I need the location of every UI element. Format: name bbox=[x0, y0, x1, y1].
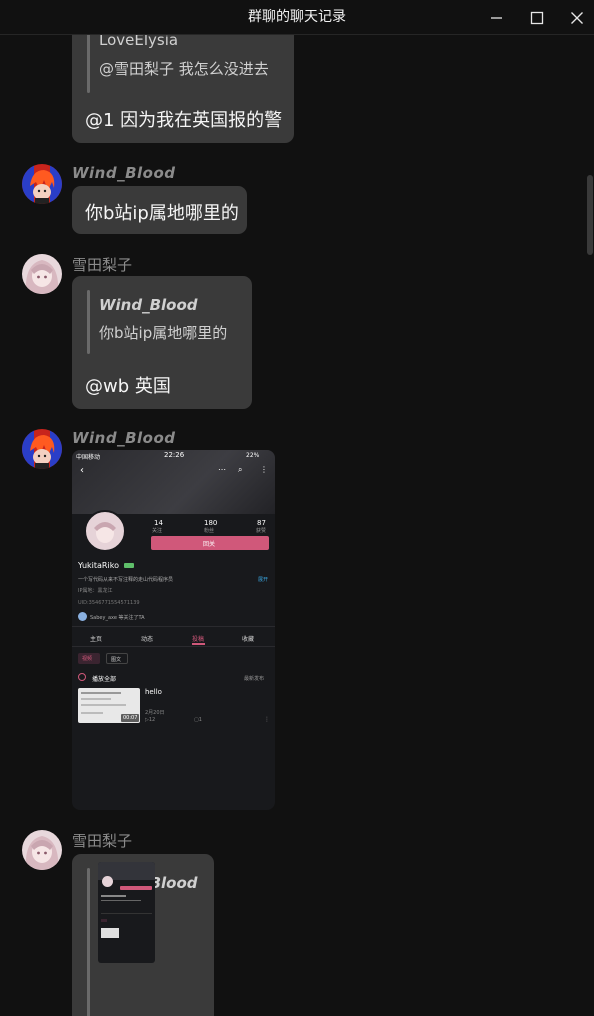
quote-bar bbox=[87, 35, 90, 93]
status-time: 22:26 bbox=[164, 451, 185, 459]
close-icon[interactable] bbox=[565, 6, 589, 30]
play-all-label: 播放全部 bbox=[92, 676, 117, 683]
filter-video-label: 视频 bbox=[82, 656, 93, 662]
divider bbox=[72, 646, 275, 647]
scrollbar-thumb[interactable] bbox=[587, 175, 593, 255]
tab-dynamics: 动态 bbox=[141, 636, 154, 643]
video-duration: 00:07 bbox=[123, 715, 138, 721]
followed-by: Sabey_axe 等关注了TA bbox=[90, 615, 145, 621]
minimize-icon[interactable] bbox=[485, 6, 509, 30]
message-text: @1 因为我在英国报的警 bbox=[85, 110, 283, 131]
profile-uid: UID:3546771554571139 bbox=[78, 600, 140, 606]
chat-history[interactable]: LoveElysia @雪田梨子 我怎么没进去 @1 因为我在英国报的警 Win… bbox=[0, 35, 594, 1016]
filter-image-text: 图文 bbox=[106, 653, 128, 664]
message-bubble-quoted[interactable]: LoveElysia @雪田梨子 我怎么没进去 @1 因为我在英国报的警 bbox=[72, 35, 294, 143]
expand-link: 展开 bbox=[258, 577, 269, 583]
message-bubble-quoted[interactable]: Wind_Blood 你b站ip属地哪里的 @wb 英国 bbox=[72, 276, 252, 409]
video-more-icon: ⋮ bbox=[264, 716, 270, 723]
status-carrier: 中国移动 bbox=[76, 454, 101, 461]
more-icon: ⋯ bbox=[218, 465, 226, 474]
video-thumbnail: 00:07 bbox=[78, 688, 140, 723]
maximize-icon[interactable] bbox=[525, 6, 549, 30]
follow-back-label: 回关 bbox=[203, 541, 216, 548]
play-all-icon bbox=[78, 673, 86, 681]
quote-sender: LoveElysia bbox=[99, 35, 179, 49]
back-icon: ‹ bbox=[80, 465, 84, 476]
title-bar: 群聊的聊天记录 bbox=[0, 0, 594, 35]
avatar-wind-blood[interactable] bbox=[22, 429, 62, 469]
video-comments: ▢1 bbox=[194, 717, 202, 723]
following-label: 关注 bbox=[152, 528, 163, 534]
sender-name: 雪田梨子 bbox=[72, 256, 133, 274]
quote-sender: Wind_Blood bbox=[99, 296, 198, 314]
followers-count: 180 bbox=[204, 519, 218, 527]
message-text: 你b站ip属地哪里的 bbox=[85, 203, 239, 224]
profile-avatar bbox=[84, 510, 126, 552]
tab-underline bbox=[192, 643, 205, 645]
filter-video: 视频 bbox=[78, 653, 100, 664]
search-icon: ⌕ bbox=[238, 465, 243, 474]
profile-username: YukitaRiko bbox=[78, 561, 119, 570]
video-comments-count: 1 bbox=[198, 717, 202, 723]
quote-bar bbox=[87, 290, 90, 354]
sort-label: 最新发布 bbox=[244, 676, 265, 682]
likes-count: 87 bbox=[257, 519, 266, 527]
sender-name: Wind_Blood bbox=[72, 164, 176, 182]
tab-home: 主页 bbox=[90, 636, 103, 643]
scrollbar[interactable] bbox=[586, 35, 594, 1016]
quoted-image-thumbnail[interactable] bbox=[98, 862, 155, 963]
quote-text: @雪田梨子 我怎么没进去 bbox=[99, 60, 269, 78]
follow-back-button: 回关 bbox=[151, 536, 269, 550]
menu-icon: ⋮ bbox=[260, 465, 268, 474]
divider bbox=[72, 626, 275, 627]
avatar-wind-blood[interactable] bbox=[22, 164, 62, 204]
video-date: 2月20日 bbox=[145, 710, 165, 716]
avatar-yukita-riko[interactable] bbox=[22, 254, 62, 294]
video-title: hello bbox=[145, 688, 162, 696]
profile-bio: 一个写代码从来不写注释的走山代码程序员 bbox=[78, 577, 174, 583]
following-count: 14 bbox=[154, 519, 163, 527]
message-text: @wb 英国 bbox=[85, 376, 171, 397]
profile-banner bbox=[72, 450, 275, 514]
image-message-profile-screenshot[interactable]: 中国移动 22:26 22% ‹ ⋯ ⌕ ⋮ 14 关注 180 粉丝 87 获… bbox=[72, 450, 275, 810]
followers-label: 粉丝 bbox=[204, 528, 215, 534]
sender-name: 雪田梨子 bbox=[72, 832, 133, 850]
tab-uploads: 投稿 bbox=[192, 636, 205, 643]
video-views: ▷12 bbox=[145, 717, 156, 723]
follower-avatar bbox=[78, 612, 87, 621]
likes-label: 获赞 bbox=[256, 528, 267, 534]
quote-bar bbox=[87, 868, 90, 1016]
message-bubble[interactable]: 你b站ip属地哪里的 bbox=[72, 186, 247, 234]
quote-text: 你b站ip属地哪里的 bbox=[99, 324, 228, 342]
level-badge-icon bbox=[124, 563, 134, 568]
tab-favorites: 收藏 bbox=[242, 636, 255, 643]
sender-name: Wind_Blood bbox=[72, 429, 176, 447]
ip-location: IP属地：黑龙江 bbox=[78, 588, 113, 594]
avatar-yukita-riko[interactable] bbox=[22, 830, 62, 870]
status-battery: 22% bbox=[246, 452, 260, 459]
video-views-count: 12 bbox=[148, 717, 156, 723]
filter-image-text-label: 图文 bbox=[111, 657, 122, 663]
